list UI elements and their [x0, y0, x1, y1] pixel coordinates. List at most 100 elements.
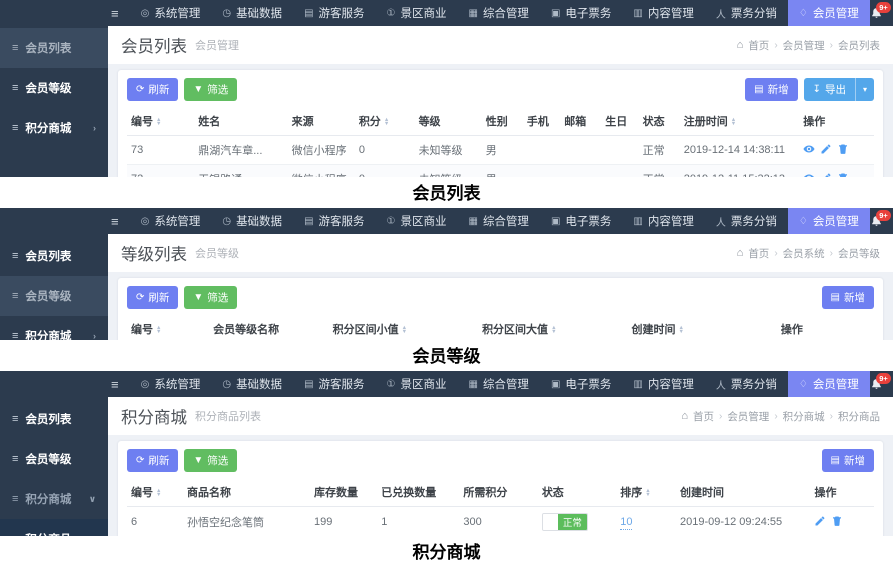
column-header[interactable]: 创建时间▲▼ [627, 315, 776, 340]
sort-icon[interactable]: ▲▼ [551, 326, 556, 335]
refresh-button[interactable]: ⟳刷新 [127, 286, 178, 309]
sidebar-item-会员列表[interactable]: ≡会员列表 [0, 399, 108, 439]
edit-icon[interactable] [820, 143, 832, 155]
notification-bell-icon[interactable]: 9+ [870, 215, 883, 228]
nav-tab-综合管理[interactable]: ▦综合管理 [457, 0, 539, 26]
nav-tab-基础数据[interactable]: ◷基础数据 [211, 371, 293, 397]
notification-bell-icon[interactable]: 9+ [870, 378, 883, 391]
column-header[interactable]: 编号▲▼ [127, 478, 183, 507]
nav-tab-景区商业[interactable]: ①景区商业 [376, 208, 458, 234]
table-cell [523, 165, 560, 178]
sort-icon[interactable]: ▲▼ [678, 326, 683, 335]
sort-icon[interactable]: ▲▼ [731, 118, 736, 127]
nav-tab-系统管理[interactable]: ◎系统管理 [130, 208, 212, 234]
column-header[interactable]: 积分区间小值▲▼ [329, 315, 478, 340]
nav-tab-票务分销[interactable]: 人票务分销 [705, 208, 788, 234]
nav-tab-内容管理[interactable]: ▥内容管理 [622, 0, 704, 26]
sort-icon[interactable]: ▲▼ [156, 118, 161, 127]
nav-tab-icon: ◎ [141, 379, 150, 390]
refresh-button[interactable]: ⟳刷新 [127, 78, 178, 101]
sidebar-item-积分商城[interactable]: ≡积分商城› [0, 316, 108, 340]
sort-icon[interactable]: ▲▼ [156, 489, 161, 498]
breadcrumb-item[interactable]: 会员管理 [783, 38, 825, 53]
nav-tab-票务分销[interactable]: 人票务分销 [705, 0, 788, 26]
nav-tab-会员管理[interactable]: ♢会员管理 [788, 208, 870, 234]
column-header[interactable]: 注册时间▲▼ [680, 107, 800, 136]
nav-tab-综合管理[interactable]: ▦综合管理 [457, 208, 539, 234]
sidebar-item-label: 会员等级 [25, 451, 71, 467]
breadcrumb-item[interactable]: 会员列表 [838, 38, 880, 53]
sort-icon[interactable]: ▲▼ [402, 326, 407, 335]
nav-tab-基础数据[interactable]: ◷基础数据 [211, 0, 293, 26]
add-button[interactable]: ▤新增 [822, 449, 874, 472]
filter-button[interactable]: ▼筛选 [184, 78, 237, 101]
delete-icon[interactable] [837, 172, 849, 178]
nav-tab-电子票务[interactable]: ▣电子票务 [540, 371, 622, 397]
nav-tab-内容管理[interactable]: ▥内容管理 [622, 371, 704, 397]
table-header-row: 编号▲▼商品名称库存数量已兑换数量所需积分状态排序▲▼创建时间操作 [127, 478, 874, 507]
filter-button[interactable]: ▼筛选 [184, 286, 237, 309]
sidebar-item-会员等级[interactable]: ≡会员等级 [0, 68, 108, 108]
export-button[interactable]: ↧导出 [804, 78, 855, 101]
edit-icon[interactable] [814, 515, 826, 527]
nav-tab-综合管理[interactable]: ▦综合管理 [457, 371, 539, 397]
nav-tab-电子票务[interactable]: ▣电子票务 [540, 0, 622, 26]
menu-toggle-icon[interactable]: ≡ [100, 208, 130, 234]
sidebar-item-会员列表[interactable]: ≡会员列表 [0, 236, 108, 276]
nav-tab-游客服务[interactable]: ▤游客服务 [293, 0, 375, 26]
export-caret-button[interactable]: ▾ [855, 78, 874, 101]
nav-tab-label: 票务分销 [731, 376, 777, 392]
sort-icon[interactable]: ▲▼ [645, 489, 650, 498]
sort-value-link[interactable]: 10 [620, 516, 632, 530]
refresh-button[interactable]: ⟳刷新 [127, 449, 178, 472]
delete-icon[interactable] [837, 143, 849, 155]
breadcrumb-item[interactable]: 积分商城 [783, 409, 825, 424]
column-header[interactable]: 编号▲▼ [127, 107, 194, 136]
nav-tab-游客服务[interactable]: ▤游客服务 [293, 208, 375, 234]
nav-tab-票务分销[interactable]: 人票务分销 [705, 371, 788, 397]
column-header[interactable]: 排序▲▼ [616, 478, 676, 507]
nav-tab-会员管理[interactable]: ♢会员管理 [788, 371, 870, 397]
column-header[interactable]: 积分区间大值▲▼ [478, 315, 627, 340]
delete-icon[interactable] [831, 515, 843, 527]
breadcrumb-item[interactable]: 会员管理 [727, 409, 769, 424]
notification-bell-icon[interactable]: 9+ [870, 7, 883, 20]
sidebar-item-积分商城[interactable]: ≡积分商城∨ [0, 479, 108, 519]
sidebar-item-会员等级[interactable]: ≡会员等级 [0, 439, 108, 479]
add-button[interactable]: ▤新增 [822, 286, 874, 309]
nav-tab-景区商业[interactable]: ①景区商业 [376, 371, 458, 397]
breadcrumb-item[interactable]: 会员系统 [783, 246, 825, 261]
breadcrumb-item[interactable]: 首页 [748, 38, 769, 53]
column-header[interactable]: 积分▲▼ [355, 107, 415, 136]
nav-tab-系统管理[interactable]: ◎系统管理 [130, 0, 212, 26]
nav-tab-游客服务[interactable]: ▤游客服务 [293, 371, 375, 397]
table-cell: 未知等级 [415, 136, 482, 165]
sort-icon[interactable]: ▲▼ [384, 118, 389, 127]
nav-tab-label: 综合管理 [483, 376, 529, 392]
column-header[interactable]: 编号▲▼ [127, 315, 209, 340]
nav-tab-景区商业[interactable]: ①景区商业 [376, 0, 458, 26]
breadcrumb-item[interactable]: 积分商品 [838, 409, 880, 424]
nav-tab-电子票务[interactable]: ▣电子票务 [540, 208, 622, 234]
filter-button[interactable]: ▼筛选 [184, 449, 237, 472]
sidebar-item-会员等级[interactable]: ≡会员等级 [0, 276, 108, 316]
view-icon[interactable] [803, 172, 815, 178]
sidebar-item-会员列表[interactable]: ≡会员列表 [0, 28, 108, 68]
nav-tab-内容管理[interactable]: ▥内容管理 [622, 208, 704, 234]
nav-tab-基础数据[interactable]: ◷基础数据 [211, 208, 293, 234]
sidebar-item-积分商品[interactable]: ≡积分商品 [0, 519, 108, 536]
breadcrumb-item[interactable]: 首页 [693, 409, 714, 424]
nav-tab-会员管理[interactable]: ♢会员管理 [788, 0, 870, 26]
view-icon[interactable] [803, 143, 815, 155]
sidebar-item-积分商城[interactable]: ≡积分商城› [0, 108, 108, 148]
edit-icon[interactable] [820, 172, 832, 178]
status-toggle[interactable]: 正常 [542, 513, 588, 531]
sort-icon[interactable]: ▲▼ [156, 326, 161, 335]
menu-toggle-icon[interactable]: ≡ [100, 371, 130, 397]
breadcrumb-item[interactable]: 会员等级 [838, 246, 880, 261]
table-cell: 2019-12-11 15:32:13 [680, 165, 800, 178]
menu-toggle-icon[interactable]: ≡ [100, 0, 130, 26]
nav-tab-系统管理[interactable]: ◎系统管理 [130, 371, 212, 397]
add-button[interactable]: ▤新增 [745, 78, 797, 101]
breadcrumb-item[interactable]: 首页 [748, 246, 769, 261]
